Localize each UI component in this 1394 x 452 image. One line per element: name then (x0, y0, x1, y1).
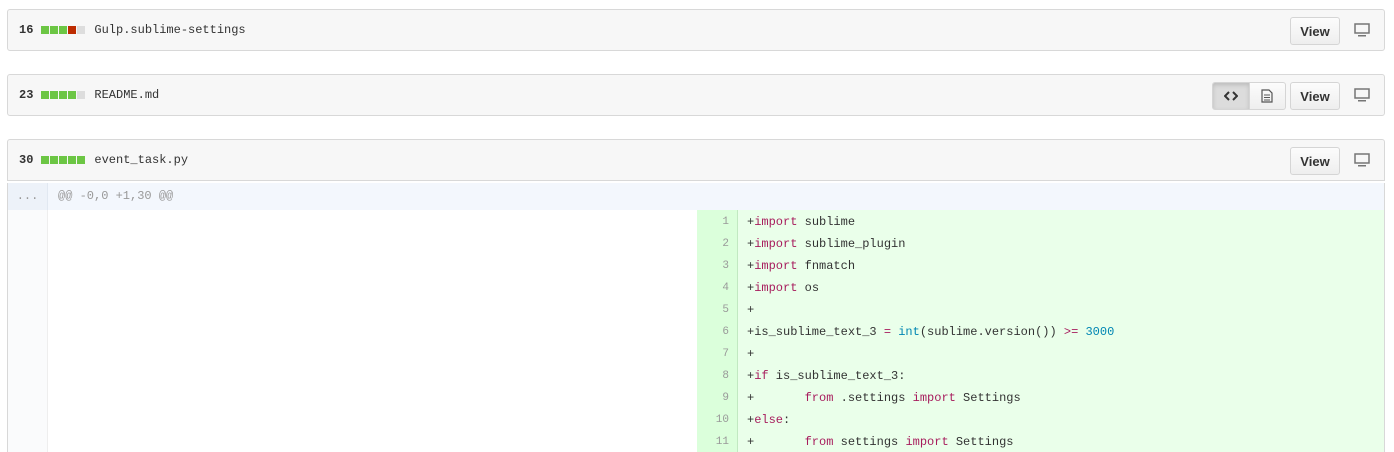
diffstat-block-neutral (77, 91, 86, 99)
expand-hunk-button[interactable]: ... (8, 183, 48, 210)
view-file-button[interactable]: View (1290, 17, 1340, 45)
file-info: 30 event_task.py (19, 140, 188, 180)
line-code: + (747, 347, 755, 361)
code-line: 9 + from .settings import Settings (697, 387, 1021, 409)
diffstat-block-add (59, 156, 68, 164)
line-number[interactable]: 7 (697, 343, 737, 365)
diffstat-block-add (68, 156, 77, 164)
line-code: +else: (747, 413, 791, 427)
code-line: 8 +if is_sublime_text_3: (697, 365, 905, 387)
code-line: 2 +import sublime_plugin (697, 233, 905, 255)
line-number[interactable]: 4 (697, 277, 737, 299)
line-number[interactable]: 1 (697, 211, 737, 233)
file-header-event-task: 30 event_task.py View (7, 139, 1385, 181)
diffstat-block-neutral (77, 26, 86, 34)
diffstat-block-del (68, 26, 77, 34)
line-number[interactable]: 2 (697, 233, 737, 255)
code-line: 10 +else: (697, 409, 790, 431)
line-code: + from .settings import Settings (747, 391, 1021, 405)
diffstat-block-add (59, 91, 68, 99)
line-number[interactable]: 5 (697, 299, 737, 321)
line-number[interactable]: 10 (697, 409, 737, 431)
diffstat-block-add (50, 26, 59, 34)
diffstat (41, 26, 86, 34)
diffstat-block-add (41, 156, 50, 164)
file-info: 16 Gulp.sublime-settings (19, 10, 246, 50)
line-code: +is_sublime_text_3 = int(sublime.version… (747, 325, 1115, 339)
code-line: 6 +is_sublime_text_3 = int(sublime.versio… (697, 321, 1114, 343)
diff-table: ... @@ -0,0 +1,30 @@ 1 +import sublime 2 +i… (7, 183, 1385, 452)
desktop-icon[interactable] (1354, 23, 1370, 37)
line-code: + (747, 303, 755, 317)
code-line: 11 + from settings import Settings (697, 431, 1014, 452)
view-file-button[interactable]: View (1290, 82, 1340, 110)
line-code: +import sublime (747, 215, 856, 229)
change-count: 16 (19, 23, 34, 37)
rich-diff-toggle[interactable] (1250, 83, 1286, 109)
change-count: 30 (19, 153, 34, 167)
line-number[interactable]: 3 (697, 255, 737, 277)
display-toggle (1212, 82, 1286, 110)
file-name[interactable]: Gulp.sublime-settings (94, 23, 245, 37)
file-name[interactable]: README.md (94, 88, 159, 102)
change-count: 23 (19, 88, 34, 102)
diffstat-block-add (50, 91, 59, 99)
file-header-gulp-settings: 16 Gulp.sublime-settings View (7, 9, 1385, 51)
code-line: 4 +import os (697, 277, 819, 299)
file-info: 23 README.md (19, 75, 159, 115)
code-icon (1223, 91, 1238, 101)
file-name[interactable]: event_task.py (94, 153, 188, 167)
view-file-button[interactable]: View (1290, 147, 1340, 175)
code-line: 7 + (697, 343, 754, 365)
source-diff-toggle[interactable] (1213, 83, 1250, 109)
diffstat-block-add (68, 91, 77, 99)
line-code: +import sublime_plugin (747, 237, 906, 251)
desktop-icon[interactable] (1354, 88, 1370, 102)
diffstat (41, 156, 86, 164)
code-line: 3 +import fnmatch (697, 255, 855, 277)
file-text-icon (1261, 89, 1273, 103)
diffstat-block-add (50, 156, 59, 164)
line-number[interactable]: 9 (697, 387, 737, 409)
diffstat (41, 91, 86, 99)
code-line: 1 +import sublime (697, 211, 855, 233)
line-number[interactable]: 6 (697, 321, 737, 343)
diffstat-block-add (41, 26, 50, 34)
hunk-range: @@ -0,0 +1,30 @@ (58, 189, 174, 203)
diffstat-block-add (41, 91, 50, 99)
line-number[interactable]: 8 (697, 365, 737, 387)
line-code: +import os (747, 281, 820, 295)
line-code: +if is_sublime_text_3: (747, 369, 906, 383)
file-header-readme: 23 README.md View (7, 74, 1385, 116)
line-number[interactable]: 11 (697, 431, 737, 452)
left-line-numbers (8, 210, 48, 452)
hunk-header: ... @@ -0,0 +1,30 @@ (8, 183, 1384, 210)
code-line: 5 + (697, 299, 754, 321)
desktop-icon[interactable] (1354, 153, 1370, 167)
line-code: +import fnmatch (747, 259, 856, 273)
line-code: + from settings import Settings (747, 435, 1014, 449)
diffstat-block-add (59, 26, 68, 34)
diffstat-block-add (77, 156, 86, 164)
